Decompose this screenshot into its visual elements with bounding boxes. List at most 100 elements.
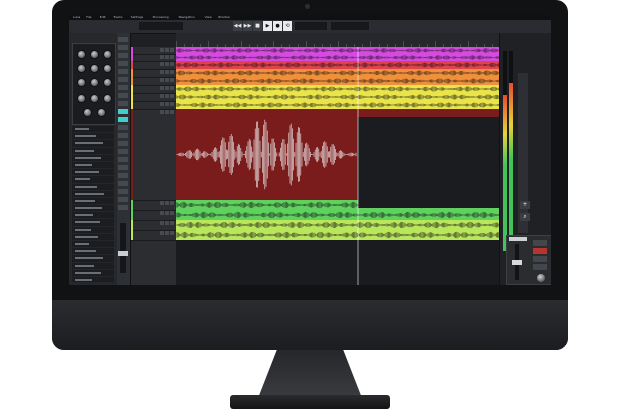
- solo-button[interactable]: [165, 62, 169, 66]
- browser-item[interactable]: [72, 212, 114, 220]
- record-icon[interactable]: ●: [273, 21, 282, 31]
- arm-button[interactable]: [170, 55, 174, 59]
- plugin-knob[interactable]: [103, 78, 112, 87]
- master-fader-handle[interactable]: [512, 260, 522, 265]
- browser-item[interactable]: [72, 241, 114, 249]
- plugin-knob[interactable]: [90, 50, 99, 59]
- channel-strip-slot[interactable]: [118, 189, 128, 194]
- solo-button[interactable]: [165, 231, 169, 235]
- arm-button[interactable]: [170, 211, 174, 215]
- channel-strip-slot[interactable]: [118, 157, 128, 162]
- channel-strip-slot[interactable]: [118, 37, 128, 42]
- mute-button[interactable]: [160, 211, 164, 215]
- arrange-window[interactable]: [176, 47, 499, 285]
- toolbar-display-2[interactable]: [331, 22, 369, 30]
- arm-button[interactable]: [170, 62, 174, 66]
- channel-strip-slot[interactable]: [118, 109, 128, 114]
- mute-button[interactable]: [160, 78, 164, 82]
- channel-strip-slot[interactable]: [118, 69, 128, 74]
- arm-button[interactable]: [170, 221, 174, 225]
- loop-icon[interactable]: ⟲: [283, 21, 292, 31]
- browser-item[interactable]: [72, 219, 114, 227]
- send-button[interactable]: [533, 256, 547, 262]
- browser-item[interactable]: [72, 184, 114, 191]
- solo-button[interactable]: [165, 110, 169, 114]
- browser-item[interactable]: [72, 284, 114, 285]
- channel-strip-slot[interactable]: [118, 125, 128, 130]
- solo-button[interactable]: [165, 221, 169, 225]
- channel-strip-slot[interactable]: [118, 117, 128, 122]
- browser-item[interactable]: [72, 148, 114, 155]
- browser-item[interactable]: [72, 126, 114, 134]
- browser-item[interactable]: [72, 191, 114, 198]
- toolbar-display-1[interactable]: [295, 22, 327, 30]
- channel-strip-slot[interactable]: [118, 205, 128, 210]
- browser-item[interactable]: [72, 155, 114, 162]
- mute-button[interactable]: [160, 55, 164, 59]
- insert-button[interactable]: [533, 240, 547, 246]
- arm-button[interactable]: [170, 102, 174, 106]
- mute-button[interactable]: [160, 221, 164, 225]
- browser-item[interactable]: [72, 198, 114, 206]
- rewind-icon[interactable]: ◀◀: [233, 21, 242, 31]
- plugin-knob[interactable]: [103, 50, 112, 59]
- arm-button[interactable]: [170, 94, 174, 98]
- plugin-knob[interactable]: [90, 64, 99, 73]
- solo-button[interactable]: [165, 70, 169, 74]
- arm-button[interactable]: [170, 86, 174, 90]
- browser-item[interactable]: [72, 205, 114, 213]
- channel-strip-slot[interactable]: [118, 61, 128, 66]
- mute-button[interactable]: [160, 70, 164, 74]
- browser-item[interactable]: [72, 162, 114, 170]
- plugin-knob[interactable]: [103, 94, 112, 103]
- solo-button[interactable]: [165, 211, 169, 215]
- channel-strip-slot[interactable]: [118, 197, 128, 202]
- browser-item[interactable]: [72, 255, 114, 263]
- channel-fader-handle[interactable]: [118, 251, 128, 256]
- channel-strip-slot[interactable]: [118, 101, 128, 106]
- plugin-knob[interactable]: [77, 78, 86, 87]
- solo-button[interactable]: [165, 102, 169, 106]
- mute-button[interactable]: [160, 48, 164, 52]
- output-button[interactable]: [533, 264, 547, 270]
- mute-button[interactable]: [160, 102, 164, 106]
- browser-item[interactable]: [72, 133, 114, 141]
- browser-item[interactable]: [72, 248, 114, 256]
- channel-strip-slot[interactable]: [118, 141, 128, 146]
- channel-strip-slot[interactable]: [118, 77, 128, 82]
- channel-strip-slot[interactable]: [118, 85, 128, 90]
- solo-button[interactable]: [165, 48, 169, 52]
- arm-button[interactable]: [170, 201, 174, 205]
- browser-item[interactable]: [72, 140, 114, 148]
- solo-button[interactable]: [165, 201, 169, 205]
- channel-strip-slot[interactable]: [118, 149, 128, 154]
- mute-button[interactable]: [160, 94, 164, 98]
- record-arm-button[interactable]: [533, 248, 547, 254]
- arm-button[interactable]: [170, 231, 174, 235]
- channel-strip-slot[interactable]: [118, 53, 128, 58]
- channel-strip-slot[interactable]: [118, 133, 128, 138]
- track-header-13[interactable]: [131, 230, 176, 241]
- plugin-knob[interactable]: [77, 50, 86, 59]
- channel-strip-slot[interactable]: [118, 165, 128, 170]
- arm-button[interactable]: [170, 110, 174, 114]
- mute-button[interactable]: [160, 110, 164, 114]
- channel-strip-slot[interactable]: [118, 181, 128, 186]
- solo-button[interactable]: [165, 86, 169, 90]
- browser-item[interactable]: [72, 270, 114, 277]
- plugin-knob[interactable]: [97, 108, 106, 117]
- play-icon[interactable]: ▶: [263, 21, 272, 31]
- stop-icon[interactable]: ■: [253, 21, 262, 31]
- mute-button[interactable]: [160, 62, 164, 66]
- channel-strip-slot[interactable]: [118, 173, 128, 178]
- browser-item[interactable]: [72, 176, 114, 184]
- arm-button[interactable]: [170, 48, 174, 52]
- fast-forward-icon[interactable]: ▶▶: [243, 21, 252, 31]
- mute-button[interactable]: [160, 86, 164, 90]
- plugin-knob[interactable]: [90, 94, 99, 103]
- arm-button[interactable]: [170, 78, 174, 82]
- plugin-knob[interactable]: [83, 108, 92, 117]
- toolbar-display-0[interactable]: [139, 22, 183, 30]
- zoom-icon[interactable]: ⌕: [520, 213, 530, 221]
- track-header-9[interactable]: [131, 109, 176, 201]
